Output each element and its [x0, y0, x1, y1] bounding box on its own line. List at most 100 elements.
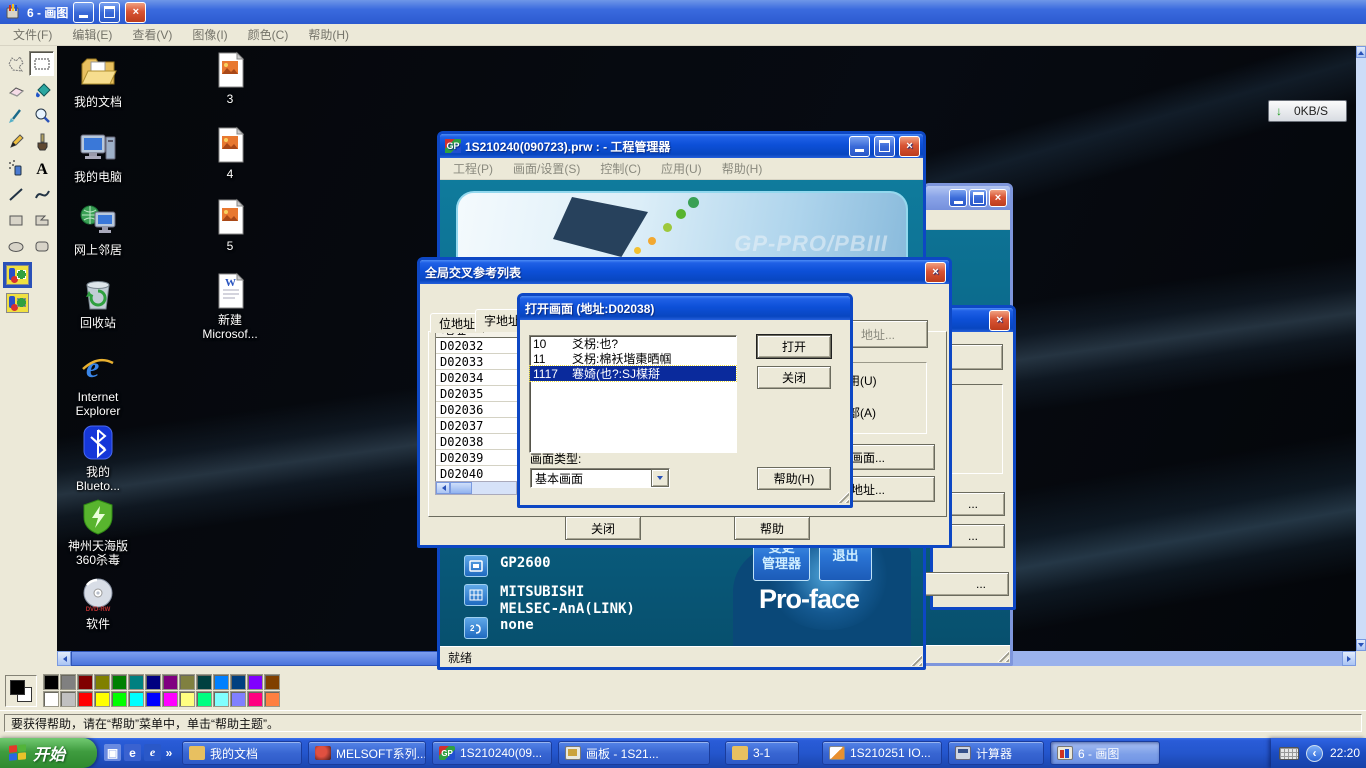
palette-swatch[interactable] — [196, 674, 212, 690]
tool-line-icon[interactable] — [3, 181, 28, 206]
task-drawing-board[interactable]: 画板 - 1S21... — [558, 741, 710, 765]
desktop-icon-recycle-bin[interactable]: 回收站 — [59, 275, 137, 330]
palette-swatch[interactable] — [145, 674, 161, 690]
palette-swatch[interactable] — [60, 674, 76, 690]
bg-maximize-button[interactable] — [969, 189, 987, 207]
tool-eraser-icon[interactable] — [3, 77, 28, 102]
palette-swatch[interactable] — [43, 691, 59, 707]
desktop-icon-image-4[interactable]: 4 — [191, 126, 269, 181]
quicklaunch-show-desktop-icon[interactable]: ▣ — [104, 744, 121, 761]
palette-swatch[interactable] — [196, 691, 212, 707]
palette-swatch[interactable] — [179, 674, 195, 690]
menu-control[interactable]: 控制(C) — [591, 157, 650, 180]
scroll-up-arrow[interactable] — [1356, 46, 1366, 58]
tool-option-transparent[interactable] — [3, 290, 32, 316]
crossref-help-btn[interactable]: 帮助 — [734, 516, 810, 540]
task-my-documents[interactable]: 我的文档 — [182, 741, 302, 765]
current-colors-indicator[interactable] — [5, 675, 37, 707]
scroll-thumb[interactable] — [450, 482, 472, 494]
palette-swatch[interactable] — [230, 674, 246, 690]
close-button[interactable]: 关闭 — [757, 366, 831, 389]
desktop-icon-antivirus[interactable]: 神州天海版 360杀毒 — [59, 498, 137, 567]
tool-rectangle-icon[interactable] — [3, 207, 28, 232]
tool-color-picker-icon[interactable] — [3, 103, 28, 128]
palette-swatch[interactable] — [264, 691, 280, 707]
tool-option-opaque[interactable] — [3, 262, 32, 288]
screen-type-combobox[interactable]: 基本画面 — [530, 468, 670, 488]
crossref-titlebar[interactable]: 全局交叉参考列表 × — [420, 260, 949, 284]
keyboard-tray-icon[interactable] — [1279, 747, 1299, 760]
screen-listbox[interactable]: 10 爻柺:也? 11 爻柺:棉袄堦棗晒帼 1117 寋婍(也?:SJ楳搿 — [529, 335, 737, 453]
palette-swatch[interactable] — [213, 674, 229, 690]
palette-swatch[interactable] — [179, 691, 195, 707]
tool-curve-icon[interactable] — [29, 181, 54, 206]
palette-swatch[interactable] — [94, 674, 110, 690]
scroll-right-arrow[interactable] — [1342, 651, 1356, 666]
menu-screen-setup[interactable]: 画面/设置(S) — [504, 157, 589, 180]
screen-row[interactable]: 10 爻柺:也? — [530, 336, 736, 351]
paint-titlebar[interactable]: 6 - 画图 × — [0, 0, 1366, 24]
manager-close-button[interactable]: × — [899, 136, 920, 157]
tool-airbrush-icon[interactable] — [3, 155, 28, 180]
menu-image[interactable]: 图像(I) — [183, 23, 236, 46]
desktop-icon-word-doc[interactable]: W 新建 Microsof... — [191, 272, 269, 341]
task-folder-3-1[interactable]: 3-1 — [725, 741, 799, 765]
paint-vertical-scrollbar[interactable] — [1356, 46, 1366, 651]
combo-dropdown-icon[interactable] — [651, 469, 669, 487]
task-melsoft[interactable]: MELSOFT系列... — [308, 741, 426, 765]
screen-row[interactable]: 11 爻柺:棉袄堦棗晒帼 — [530, 351, 736, 366]
partial-button[interactable]: ... — [913, 572, 1009, 596]
tool-select-icon[interactable] — [29, 51, 54, 76]
resize-grip[interactable] — [836, 490, 849, 503]
palette-swatch[interactable] — [94, 691, 110, 707]
background-window-titlebar[interactable]: × — [926, 186, 1010, 210]
palette-swatch[interactable] — [60, 691, 76, 707]
palette-swatch[interactable] — [162, 691, 178, 707]
desktop-icon-image-3[interactable]: 3 — [191, 51, 269, 106]
menu-file[interactable]: 文件(F) — [4, 23, 61, 46]
help-button[interactable]: 帮助(H) — [757, 467, 831, 490]
manager-minimize-button[interactable] — [849, 136, 870, 157]
palette-swatch[interactable] — [162, 674, 178, 690]
crossref-close-btn[interactable]: 关闭 — [565, 516, 641, 540]
palette-swatch[interactable] — [247, 691, 263, 707]
quicklaunch-media-icon[interactable]: e — [124, 744, 141, 761]
resize-grip[interactable] — [909, 653, 922, 666]
task-1s210240[interactable]: GP 1S210240(09... — [432, 741, 552, 765]
menu-edit[interactable]: 编辑(E) — [63, 23, 121, 46]
palette-swatch[interactable] — [43, 674, 59, 690]
tool-fill-icon[interactable] — [29, 77, 54, 102]
menu-colors[interactable]: 颜色(C) — [239, 23, 298, 46]
start-button[interactable]: 开始 — [0, 738, 97, 768]
palette-swatch[interactable] — [145, 691, 161, 707]
open-screen-titlebar[interactable]: 打开画面 (地址:D02038) — [520, 296, 850, 320]
palette-swatch[interactable] — [247, 674, 263, 690]
manager-titlebar[interactable]: GP 1S210240(090723).prw : - 工程管理器 × — [440, 134, 923, 158]
tool-rounded-rectangle-icon[interactable] — [29, 233, 54, 258]
paint-minimize-button[interactable] — [73, 2, 94, 23]
tool-polygon-icon[interactable] — [29, 207, 54, 232]
menu-help[interactable]: 帮助(H) — [299, 23, 358, 46]
menu-utility[interactable]: 应用(U) — [652, 157, 711, 180]
task-1s210251[interactable]: 1S210251 IO... — [822, 741, 942, 765]
quicklaunch-ie-icon[interactable]: e — [144, 744, 161, 761]
palette-swatch[interactable] — [111, 691, 127, 707]
desktop-icon-dvd-software[interactable]: DVD-RW 软件 — [59, 576, 137, 631]
resize-grip[interactable] — [996, 649, 1009, 662]
desktop-icon-internet-explorer[interactable]: e Internet Explorer — [59, 349, 137, 418]
scroll-down-arrow[interactable] — [1356, 639, 1366, 651]
address-list-hscrollbar[interactable] — [435, 481, 517, 495]
palette-swatch[interactable] — [77, 691, 93, 707]
palette-swatch[interactable] — [111, 674, 127, 690]
tool-pencil-icon[interactable] — [3, 129, 28, 154]
bg-minimize-button[interactable] — [949, 189, 967, 207]
palette-swatch[interactable] — [128, 674, 144, 690]
desktop-icon-bluetooth[interactable]: 我的 Blueto... — [59, 424, 137, 493]
scroll-left-arrow[interactable] — [57, 651, 71, 666]
desktop-icon-my-computer[interactable]: 我的电脑 — [59, 129, 137, 184]
menu-help[interactable]: 帮助(H) — [713, 157, 772, 180]
paint-restore-button[interactable] — [99, 2, 120, 23]
manager-maximize-button[interactable] — [874, 136, 895, 157]
tool-brush-icon[interactable] — [29, 129, 54, 154]
palette-swatch[interactable] — [264, 674, 280, 690]
